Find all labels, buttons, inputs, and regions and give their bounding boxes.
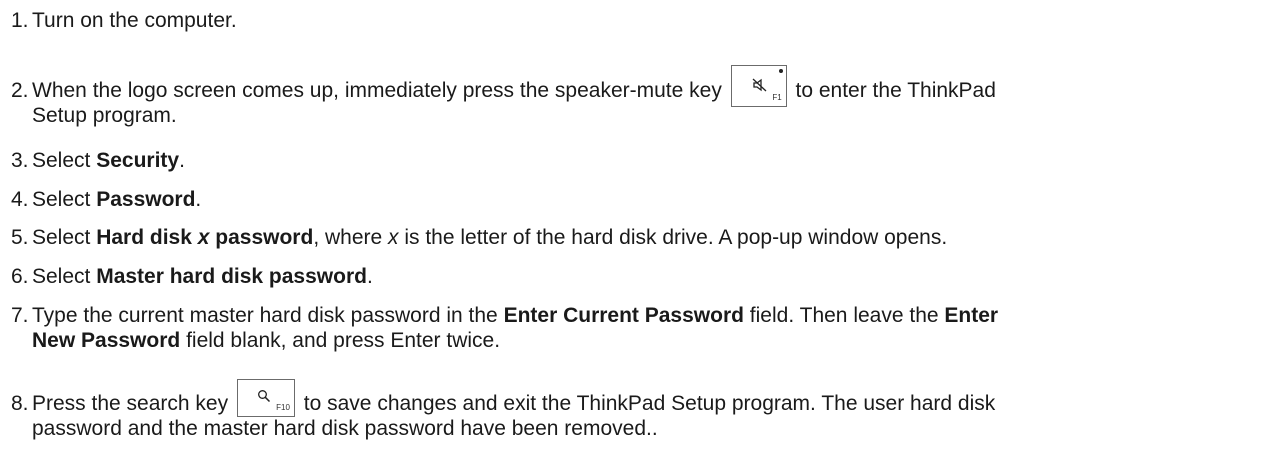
step-text: password and the master hard disk passwo…: [32, 417, 658, 440]
step-text: When the logo screen comes up, immediate…: [32, 79, 722, 102]
step-text: .: [366, 265, 373, 288]
step-text: Press the search key: [32, 392, 229, 415]
speaker-mute-icon: [752, 78, 767, 92]
step-number: 7.: [11, 304, 29, 327]
step-number: 6.: [11, 265, 29, 288]
step-text: field. Then leave the: [743, 304, 945, 327]
step-text: Type the current master hard disk passwo…: [32, 304, 504, 327]
step-text: Select: [32, 149, 97, 172]
step-text: Turn on the computer.: [32, 9, 237, 32]
step-text: .: [195, 188, 202, 211]
menu-item-master-hard-disk-password: Master hard disk password: [96, 265, 367, 288]
step-text: Select: [32, 226, 97, 249]
step-text: Setup program.: [32, 104, 177, 127]
step-text: .: [179, 149, 185, 172]
step-text: , where: [313, 226, 389, 249]
step-text: Select: [32, 265, 97, 288]
step-number: 3.: [11, 149, 29, 172]
search-icon: [257, 390, 270, 403]
step-number: 5.: [11, 226, 29, 249]
field-name-enter-new-password: Enter: [944, 304, 999, 327]
step-text: Select: [32, 188, 97, 211]
menu-item-hard-disk-password: Hard disk x password: [96, 226, 314, 249]
step-number: 8.: [11, 392, 29, 415]
menu-item-password: Password: [96, 188, 196, 211]
variable-x: x: [388, 226, 399, 249]
step-text: to enter the ThinkPad: [789, 79, 996, 102]
step-text: to save changes and exit the ThinkPad Se…: [297, 392, 996, 415]
instruction-steps: 1. Turn on the computer. 2. When the log…: [0, 0, 1286, 455]
step-number: 1.: [11, 9, 29, 32]
field-name-enter-current-password: Enter Current Password: [503, 304, 744, 327]
key-label: F10: [276, 403, 290, 412]
field-name-enter-new-password: New Password: [32, 329, 181, 352]
step-number: 2.: [11, 79, 29, 102]
step-number: 4.: [11, 188, 29, 211]
step-text: field blank, and press Enter twice.: [180, 329, 501, 352]
indicator-light-icon: [778, 69, 783, 73]
f1-key: F1: [730, 65, 787, 107]
key-label: F1: [772, 93, 782, 102]
step-text: is the letter of the hard disk drive. A …: [398, 226, 948, 249]
menu-item-security: Security: [96, 149, 180, 172]
f10-key: F10: [236, 379, 295, 417]
